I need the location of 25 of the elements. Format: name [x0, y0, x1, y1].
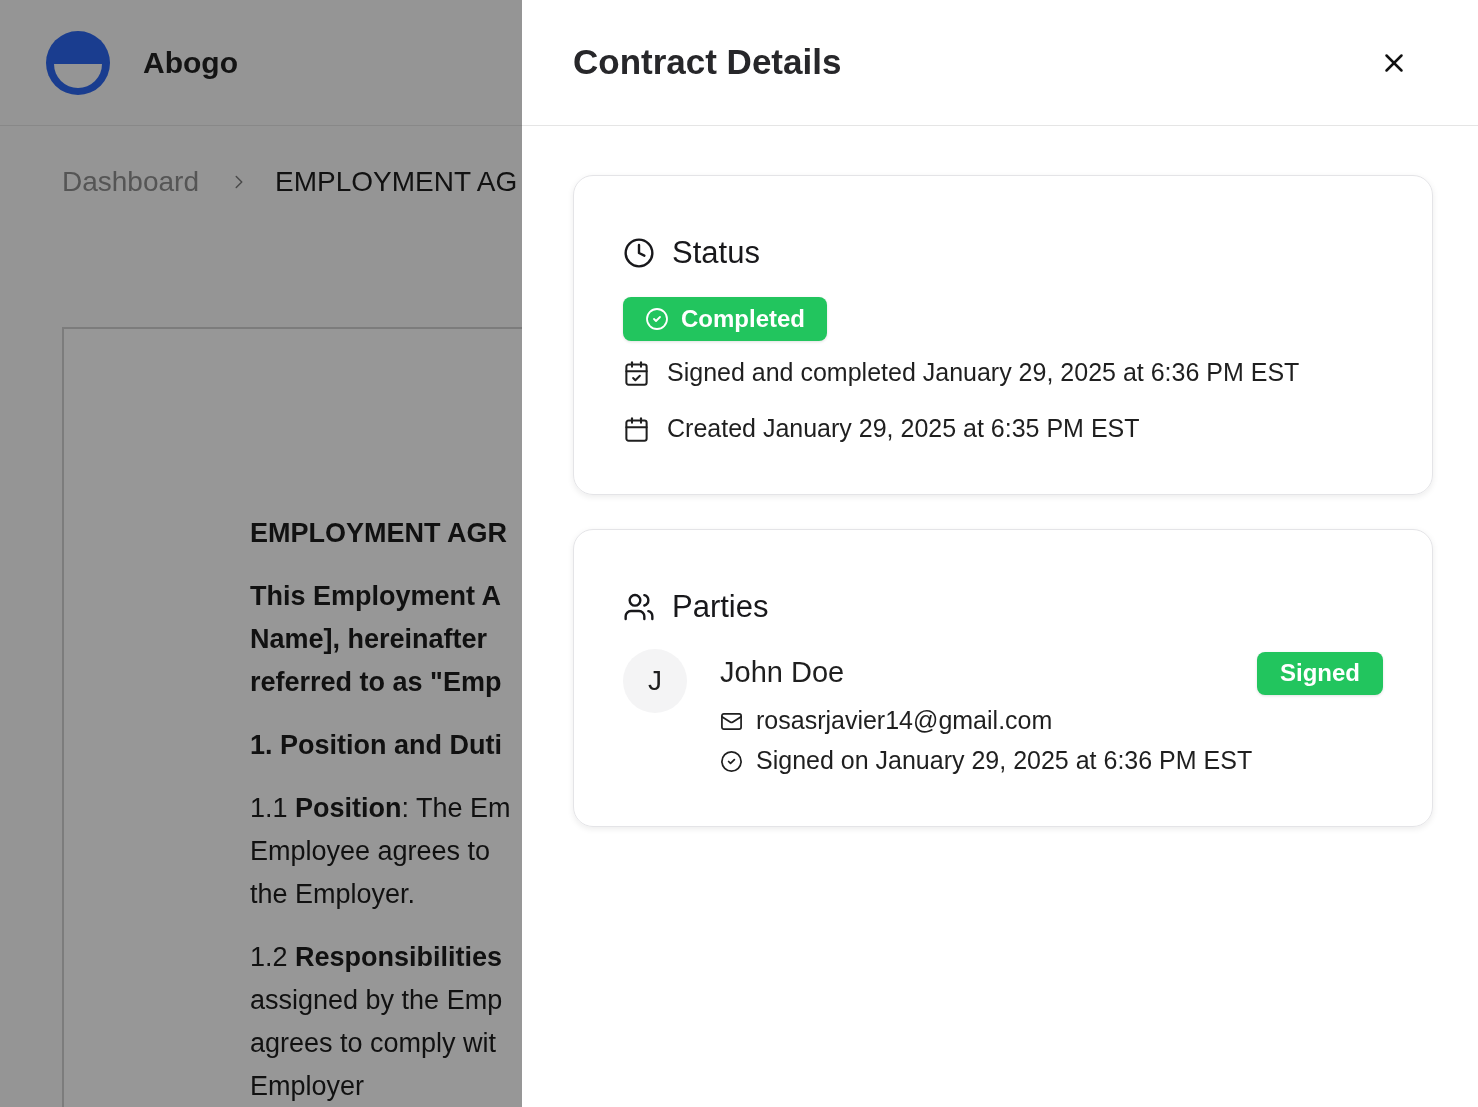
calendar-icon — [623, 415, 650, 443]
card-title: Parties — [672, 589, 769, 625]
clock-icon — [623, 237, 655, 269]
event-text: Created January 29, 2025 at 6:35 PM EST — [667, 413, 1140, 445]
panel-title: Contract Details — [573, 41, 842, 84]
avatar: J — [623, 649, 687, 713]
breadcrumb-link[interactable]: EMPLOYMENT AG — [275, 164, 518, 200]
users-icon — [623, 591, 655, 623]
document-paragraph: This Employment A Name], hereinafter referred to as "Emp — [250, 580, 503, 699]
signed-badge: Signed — [1257, 651, 1383, 695]
status-badge: Completed — [623, 297, 827, 341]
event-text: Signed and completed January 29, 2025 at 6:36 PM EST — [667, 357, 1300, 389]
section-heading: 1. Position and Duti — [250, 729, 503, 762]
app-name: Abogo — [143, 45, 238, 81]
party-email: rosasrjavier14@gmail.com — [756, 705, 1053, 737]
card-title: Status — [672, 235, 760, 271]
document-paragraph: 1.2 Responsibilities assigned by the Emp agrees to comply wit Employer — [250, 941, 504, 1103]
calendar-check-icon — [623, 359, 650, 387]
check-circle-icon — [720, 749, 743, 773]
document-paragraph: 1.1 Position: The Em Employee agrees to the Employer. — [250, 792, 512, 911]
logo-icon — [46, 30, 110, 95]
check-circle-icon — [645, 307, 669, 331]
document-title: EMPLOYMENT AGR — [250, 517, 508, 550]
party-name: John Doe — [720, 655, 845, 691]
signed-date: Signed on January 29, 2025 at 6:36 PM EST — [756, 745, 1253, 777]
